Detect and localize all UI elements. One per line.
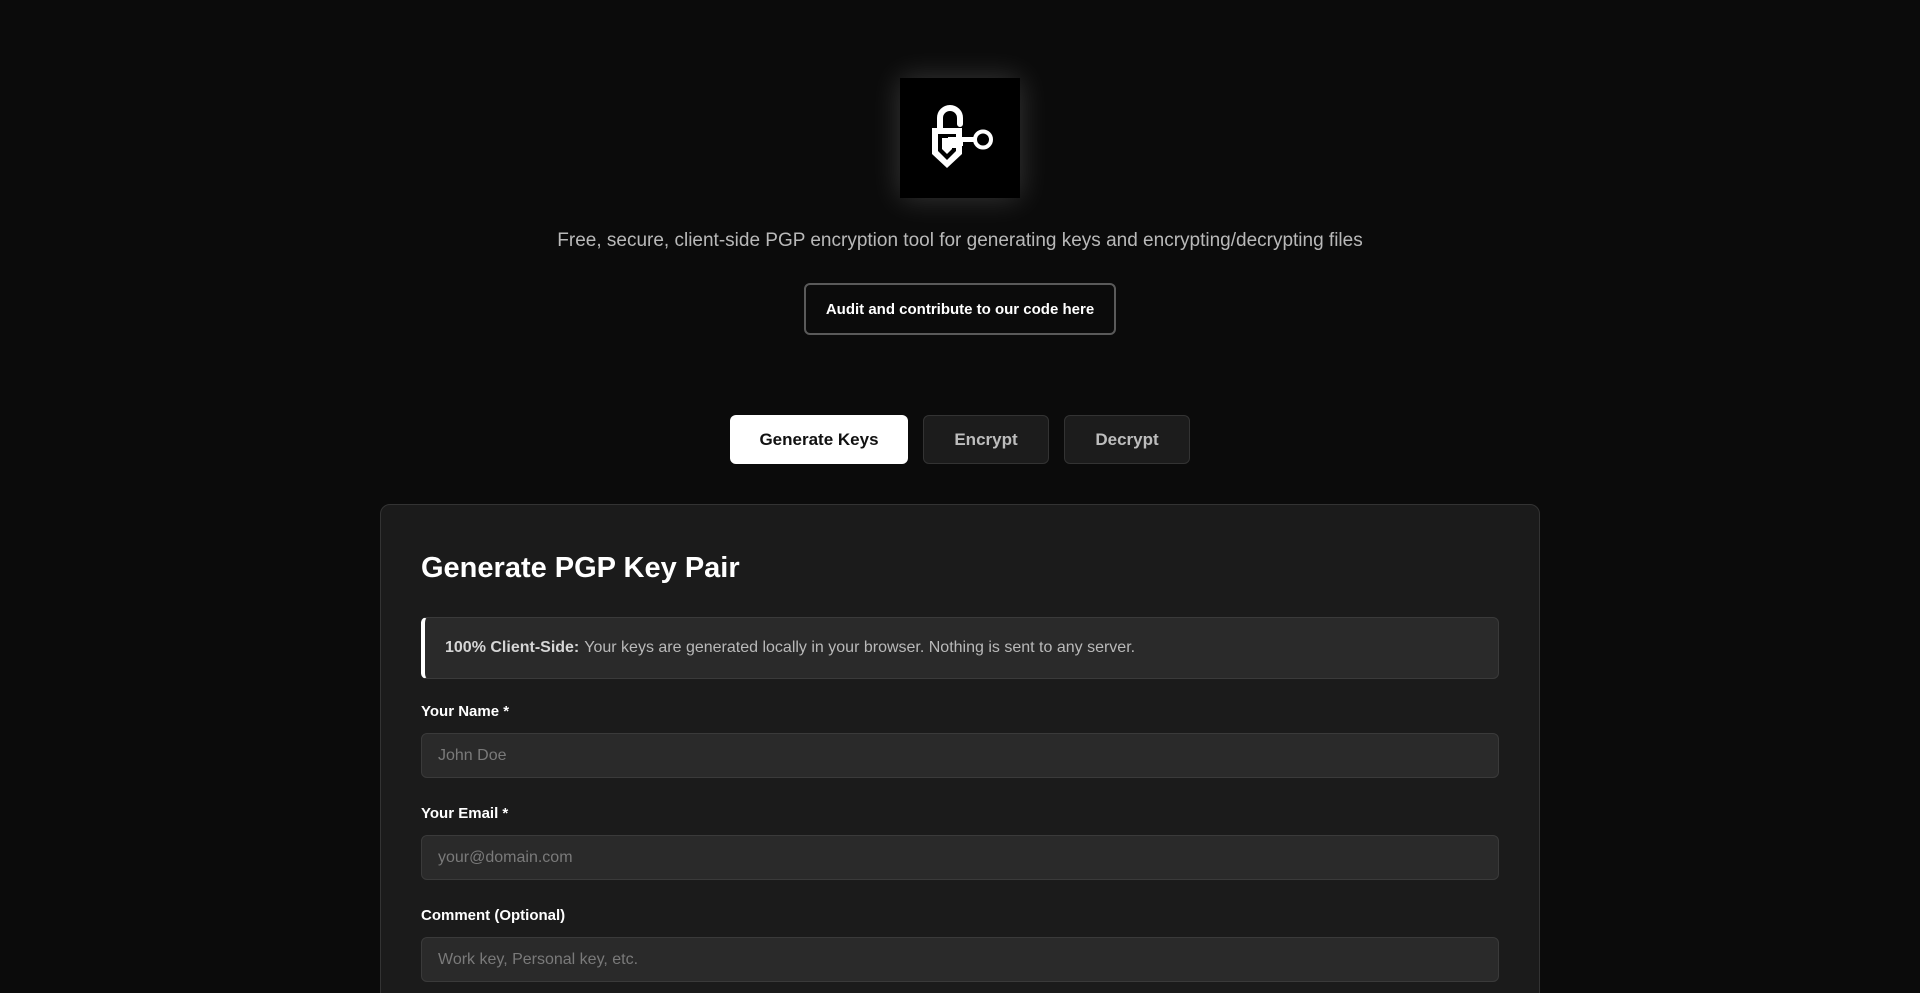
card-title: Generate PGP Key Pair — [421, 552, 740, 584]
lock-key-icon — [932, 105, 993, 168]
email-label: Your Email * — [421, 805, 509, 822]
page: Free, secure, client-side PGP encryption… — [0, 0, 1920, 993]
notice-text: Your keys are generated locally in your … — [584, 639, 1136, 656]
logo — [900, 78, 1020, 198]
client-side-notice: 100% Client-Side: Your keys are generate… — [421, 617, 1499, 679]
comment-input[interactable] — [421, 937, 1499, 982]
name-input[interactable] — [421, 733, 1499, 778]
tagline: Free, secure, client-side PGP encryption… — [557, 230, 1363, 251]
tab-encrypt[interactable]: Encrypt — [923, 415, 1049, 464]
name-label: Your Name * — [421, 703, 510, 720]
tab-decrypt[interactable]: Decrypt — [1064, 415, 1190, 464]
email-input[interactable] — [421, 835, 1499, 880]
notice-strong: 100% Client-Side: — [445, 639, 580, 656]
generate-key-card: Generate PGP Key Pair 100% Client-Side: … — [380, 504, 1540, 993]
audit-code-button[interactable]: Audit and contribute to our code here — [804, 283, 1116, 335]
tab-generate-keys[interactable]: Generate Keys — [730, 415, 908, 464]
mode-tabs: Generate Keys Encrypt Decrypt — [0, 415, 1920, 465]
comment-label: Comment (Optional) — [421, 907, 566, 924]
